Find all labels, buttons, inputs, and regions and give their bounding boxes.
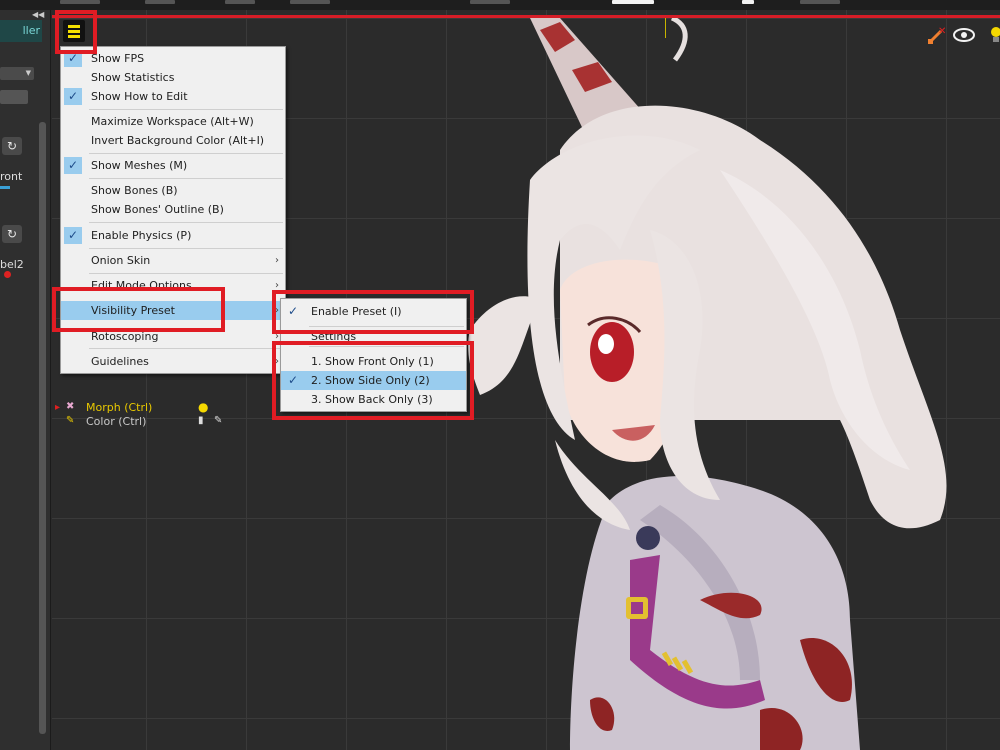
menu-item-show-bones[interactable]: Show Bones (B): [61, 181, 285, 200]
reset-icon[interactable]: ↻: [2, 225, 22, 243]
eye-icon[interactable]: [953, 27, 975, 43]
check-icon: ✓: [64, 227, 82, 244]
menu-item-label: Show Statistics: [91, 71, 175, 84]
pencil-icon[interactable]: ✎: [214, 415, 222, 426]
menu-item-show-fps[interactable]: ✓ Show FPS: [61, 49, 285, 68]
value-bar: [0, 186, 10, 189]
toolbar-button[interactable]: [145, 0, 175, 4]
menu-item-show-bones-outline[interactable]: Show Bones' Outline (B): [61, 200, 285, 219]
menu-separator: [89, 109, 283, 110]
menu-item-maximize-workspace[interactable]: Maximize Workspace (Alt+W): [61, 112, 285, 131]
toolbar-field[interactable]: [612, 0, 654, 4]
menu-item-label: Enable Preset (I): [311, 305, 402, 318]
menu-item-label: 1. Show Front Only (1): [311, 355, 434, 368]
check-icon: ✓: [64, 157, 82, 174]
menu-item-invert-background[interactable]: Invert Background Color (Alt+I): [61, 131, 285, 150]
layer-color[interactable]: Color (Ctrl): [86, 415, 146, 428]
chevron-right-icon: ›: [275, 331, 279, 342]
check-icon: ✓: [64, 50, 82, 67]
hamburger-menu-icon[interactable]: [63, 20, 85, 42]
menu-item-label: 2. Show Side Only (2): [311, 374, 430, 387]
menu-item-label: Show Bones (B): [91, 184, 178, 197]
front-label: ront: [0, 170, 23, 183]
menu-item-label: Edit Mode Options: [91, 279, 192, 292]
morph-icon: ✖: [66, 401, 75, 412]
menu-item-label: Show Bones' Outline (B): [91, 203, 224, 216]
view-options-menu: ✓ Show FPS Show Statistics ✓ Show How to E…: [60, 46, 286, 374]
scrollbar[interactable]: [39, 122, 46, 734]
menu-item-label: Show Meshes (M): [91, 159, 188, 172]
menu-item-edit-mode-options[interactable]: Edit Mode Options ›: [61, 276, 285, 295]
check-icon: ✓: [287, 373, 299, 387]
menu-item-label: Visibility Preset: [91, 304, 175, 317]
left-panel: ◀◀ ller ▼ ↻ ront ↻ bel2: [0, 10, 51, 750]
svg-text:✕: ✕: [938, 26, 946, 37]
lightbulb-icon[interactable]: [990, 26, 1000, 44]
submenu-item-show-front-only[interactable]: 1. Show Front Only (1): [281, 352, 466, 371]
menu-item-label: Guidelines: [91, 355, 149, 368]
reset-icon[interactable]: ↻: [2, 137, 22, 155]
check-icon: ✓: [287, 304, 299, 318]
menu-item-show-how-to-edit[interactable]: ✓ Show How to Edit: [61, 87, 285, 106]
red-guideline: [52, 15, 1000, 18]
check-icon: ✓: [64, 88, 82, 105]
toolbar-button[interactable]: [225, 0, 255, 4]
submenu-item-show-side-only[interactable]: ✓ 2. Show Side Only (2): [281, 371, 466, 390]
brush-icon: ✎: [66, 415, 75, 426]
menu-item-label: Settings: [311, 330, 357, 343]
menu-item-label: Rotoscoping: [91, 330, 159, 343]
menu-item-visibility-preset[interactable]: Visibility Preset ›: [61, 301, 285, 320]
chevron-right-icon: ›: [275, 280, 279, 291]
menu-item-guidelines[interactable]: Guidelines ›: [61, 352, 285, 371]
menu-item-enable-physics[interactable]: ✓ Enable Physics (P): [61, 226, 285, 245]
menu-item-label: Maximize Workspace (Alt+W): [91, 115, 254, 128]
menu-item-label: Onion Skin: [91, 254, 151, 267]
chevron-down-icon: ▼: [25, 69, 31, 77]
menu-item-onion-skin[interactable]: Onion Skin ›: [61, 251, 285, 270]
menu-item-rotoscoping[interactable]: Rotoscoping ›: [61, 327, 285, 346]
expand-arrow-icon[interactable]: ▸: [55, 402, 60, 413]
panel-input[interactable]: [0, 90, 28, 104]
layer-morph[interactable]: Morph (Ctrl): [86, 401, 152, 414]
lock-icon[interactable]: ▮: [198, 415, 204, 426]
record-dot-icon[interactable]: [4, 271, 11, 278]
menu-item-label: Enable Physics (P): [91, 229, 192, 242]
submenu-item-show-back-only[interactable]: 3. Show Back Only (3): [281, 390, 466, 409]
menu-separator: [309, 346, 464, 347]
toolbar-button[interactable]: [470, 0, 510, 4]
menu-item-label: Invert Background Color (Alt+I): [91, 134, 265, 147]
collapse-panel-icon[interactable]: ◀◀: [32, 10, 46, 20]
yellow-guideline: [665, 18, 666, 38]
submenu-item-enable-preset[interactable]: ✓ Enable Preset (I): [281, 302, 466, 321]
label2-text: bel2: [0, 258, 24, 271]
toolbar-button[interactable]: [290, 0, 330, 4]
menu-item-show-statistics[interactable]: Show Statistics: [61, 68, 285, 87]
menu-separator: [89, 222, 283, 223]
panel-tab[interactable]: ller: [0, 20, 42, 42]
menu-item-label: 3. Show Back Only (3): [311, 393, 433, 406]
menu-item-label: Show FPS: [91, 52, 145, 65]
menu-separator: [89, 153, 283, 154]
menu-item-show-meshes[interactable]: ✓ Show Meshes (M): [61, 156, 285, 175]
toolbar-checkbox[interactable]: [742, 0, 754, 4]
menu-separator: [89, 348, 283, 349]
toolbar-button[interactable]: [60, 0, 100, 4]
panel-dropdown[interactable]: ▼: [0, 67, 34, 80]
lightbulb-icon[interactable]: ●: [198, 400, 208, 414]
toolbar-button[interactable]: [800, 0, 840, 4]
visibility-preset-submenu: ✓ Enable Preset (I) Settings 1. Show Fron…: [280, 298, 467, 412]
top-toolbar: [0, 0, 1000, 10]
chevron-right-icon: ›: [275, 356, 279, 367]
menu-separator: [89, 178, 283, 179]
submenu-item-settings[interactable]: Settings: [281, 327, 466, 346]
menu-item-label: Show How to Edit: [91, 90, 188, 103]
chevron-right-icon: ›: [275, 305, 279, 316]
menu-separator: [89, 248, 283, 249]
bone-tool-icon[interactable]: ✕: [926, 25, 948, 47]
chevron-right-icon: ›: [275, 255, 279, 266]
menu-separator: [89, 273, 283, 274]
